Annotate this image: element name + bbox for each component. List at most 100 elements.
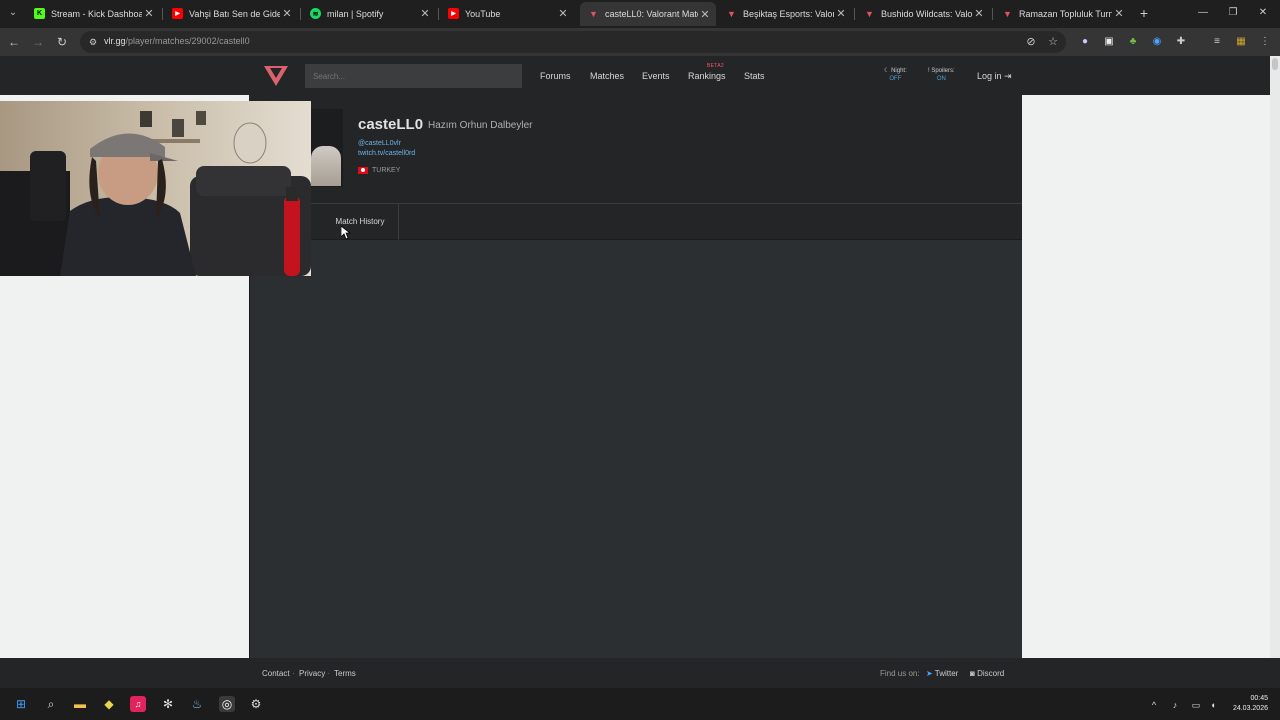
browser-tab[interactable]: ▼ Bushido Wildcats: Valorant ✕	[856, 3, 990, 24]
browser-tab-bar: ⌄ K Stream - Kick Dashboard ✕ ▶ Vahşi Ba…	[0, 0, 1280, 28]
extension-icon[interactable]: ♣	[1125, 34, 1141, 50]
tab-title: Stream - Kick Dashboard	[51, 8, 142, 19]
close-icon[interactable]: ✕	[698, 8, 712, 21]
night-mode-toggle[interactable]: ☾ Night: OFF	[884, 67, 907, 83]
site-info-icon[interactable]: ⚙	[86, 35, 100, 49]
profile-icon[interactable]: ▦	[1233, 34, 1249, 50]
tab-match-history[interactable]: Match History	[322, 204, 399, 240]
vlr-icon: ▼	[865, 8, 874, 19]
reload-icon[interactable]: ↻	[54, 34, 70, 50]
login-icon: ⇥	[1004, 71, 1012, 81]
media-control-icon[interactable]: ≡	[1209, 34, 1225, 50]
network-icon[interactable]: ▭	[1189, 698, 1203, 712]
discord-icon: ◙	[970, 669, 975, 678]
footer-privacy-link[interactable]: Privacy	[299, 669, 325, 678]
vlr-icon: ▼	[589, 9, 598, 19]
chrome-icon[interactable]: ◎	[219, 696, 235, 712]
system-clock[interactable]: 00:45 24.03.2026	[1226, 694, 1268, 714]
webcam-overlay	[0, 101, 311, 276]
windows-start-icon[interactable]: ⊞	[13, 696, 29, 712]
close-icon[interactable]: ✕	[418, 7, 432, 20]
app-icon[interactable]: ◆	[101, 696, 117, 712]
forward-icon[interactable]: →	[30, 34, 46, 50]
eye-off-icon[interactable]: ⊘	[1024, 35, 1038, 49]
close-window-icon[interactable]: ✕	[1254, 5, 1272, 21]
browser-tab[interactable]: ▶ YouTube ✕	[440, 3, 574, 24]
player-alias: casteLL0	[358, 116, 424, 133]
close-icon[interactable]: ✕	[280, 7, 294, 20]
close-icon[interactable]: ✕	[1112, 7, 1126, 20]
browser-tab[interactable]: ▼ Ramazan Topluluk Turnu ✕	[994, 3, 1130, 24]
login-link[interactable]: Log in ⇥	[977, 71, 1012, 82]
bookmark-star-icon[interactable]: ☆	[1046, 35, 1060, 49]
browser-tab[interactable]: ▼ Beşiktaş Esports: Valorant ✕	[718, 3, 852, 24]
vlr-logo-icon[interactable]	[264, 66, 288, 86]
chatgpt-icon[interactable]: ✻	[160, 696, 176, 712]
volume-icon[interactable]: ◖	[1206, 698, 1220, 712]
page-scrollbar[interactable]	[1270, 56, 1280, 658]
browser-tab[interactable]: ≋ milan | Spotify ✕	[302, 3, 436, 24]
mouse-cursor-icon	[341, 226, 351, 240]
page-right-margin	[1022, 95, 1270, 658]
music-app-icon[interactable]: ♫	[130, 696, 146, 712]
youtube-icon: ▶	[172, 8, 183, 19]
browser-tab[interactable]: K Stream - Kick Dashboard ✕	[26, 3, 160, 24]
file-explorer-icon[interactable]: ▬	[72, 696, 88, 712]
footer-find-us-label: Find us on:	[880, 669, 920, 678]
search-icon[interactable]: ⌕	[43, 696, 59, 712]
nav-events[interactable]: Events	[642, 71, 670, 81]
extensions-puzzle-icon[interactable]: ✚	[1173, 34, 1189, 50]
microphone-icon[interactable]: ♪	[1168, 698, 1182, 712]
tab-title: Bushido Wildcats: Valorant	[881, 8, 972, 19]
browser-tab-active[interactable]: ▼ casteLL0: Valorant Match ✕	[580, 2, 716, 26]
nav-matches[interactable]: Matches	[590, 71, 624, 81]
close-icon[interactable]: ✕	[556, 7, 570, 20]
spotify-icon: ≋	[310, 8, 321, 19]
search-input[interactable]	[305, 64, 522, 88]
twitter-icon: ➤	[926, 669, 933, 678]
turkey-flag-icon	[358, 167, 368, 174]
site-footer	[0, 658, 1280, 688]
player-real-name: Hazım Orhun Dalbeyler	[428, 120, 533, 131]
back-icon[interactable]: ←	[6, 34, 22, 50]
tab-title: milan | Spotify	[327, 8, 384, 19]
kick-icon: K	[34, 8, 45, 19]
beta-badge: BETA2	[707, 63, 724, 69]
tab-title: Beşiktaş Esports: Valorant	[743, 8, 834, 19]
app-icon[interactable]: ⚙	[248, 696, 264, 712]
close-icon[interactable]: ✕	[834, 7, 848, 20]
footer-discord-link[interactable]: ◙ Discord	[970, 669, 1004, 678]
restore-icon[interactable]: ❐	[1224, 5, 1242, 21]
minimize-icon[interactable]: —	[1194, 5, 1212, 21]
url-text[interactable]: vlr.gg/player/matches/29002/castell0	[104, 36, 250, 46]
vlr-icon: ▼	[1003, 8, 1012, 19]
nav-stats[interactable]: Stats	[744, 71, 765, 81]
new-tab-icon[interactable]: +	[1136, 5, 1152, 21]
youtube-icon: ▶	[448, 8, 459, 19]
close-icon[interactable]: ✕	[972, 7, 986, 20]
tab-search-icon[interactable]: ⌄	[5, 5, 21, 21]
footer-contact-link[interactable]: Contact	[262, 669, 290, 678]
menu-kebab-icon[interactable]: ⋮	[1257, 34, 1273, 50]
tab-title: Ramazan Topluluk Turnu	[1019, 8, 1112, 19]
footer-twitter-link[interactable]: ➤ Twitter	[926, 669, 958, 678]
extension-icon[interactable]: ▣	[1101, 34, 1117, 50]
steam-icon[interactable]: ♨	[189, 696, 205, 712]
close-icon[interactable]: ✕	[142, 7, 156, 20]
extension-icon[interactable]: ●	[1077, 34, 1093, 50]
browser-toolbar: ← → ↻ ⚙ vlr.gg/player/matches/29002/cast…	[0, 28, 1280, 56]
nav-forums[interactable]: Forums	[540, 71, 571, 81]
spoilers-toggle[interactable]: ! Spoilers: ON	[928, 67, 955, 83]
site-header	[0, 56, 1270, 95]
footer-terms-link[interactable]: Terms	[334, 669, 356, 678]
browser-tab[interactable]: ▶ Vahşi Batı Sen de Giderse ✕	[164, 3, 298, 24]
nav-rankings[interactable]: Rankings	[688, 71, 726, 81]
tray-overflow-icon[interactable]: ^	[1147, 698, 1161, 712]
twitch-link[interactable]: twitch.tv/castell0rd	[358, 150, 415, 157]
player-country: TURKEY	[372, 167, 401, 174]
vlr-icon: ▼	[727, 8, 736, 19]
address-bar[interactable]: ⚙ vlr.gg/player/matches/29002/castell0 ⊘…	[80, 31, 1066, 53]
extension-icon[interactable]: ◉	[1149, 34, 1165, 50]
tab-title: Vahşi Batı Sen de Giderse	[189, 8, 280, 19]
twitter-link[interactable]: @casteLL0vlr	[358, 140, 401, 147]
